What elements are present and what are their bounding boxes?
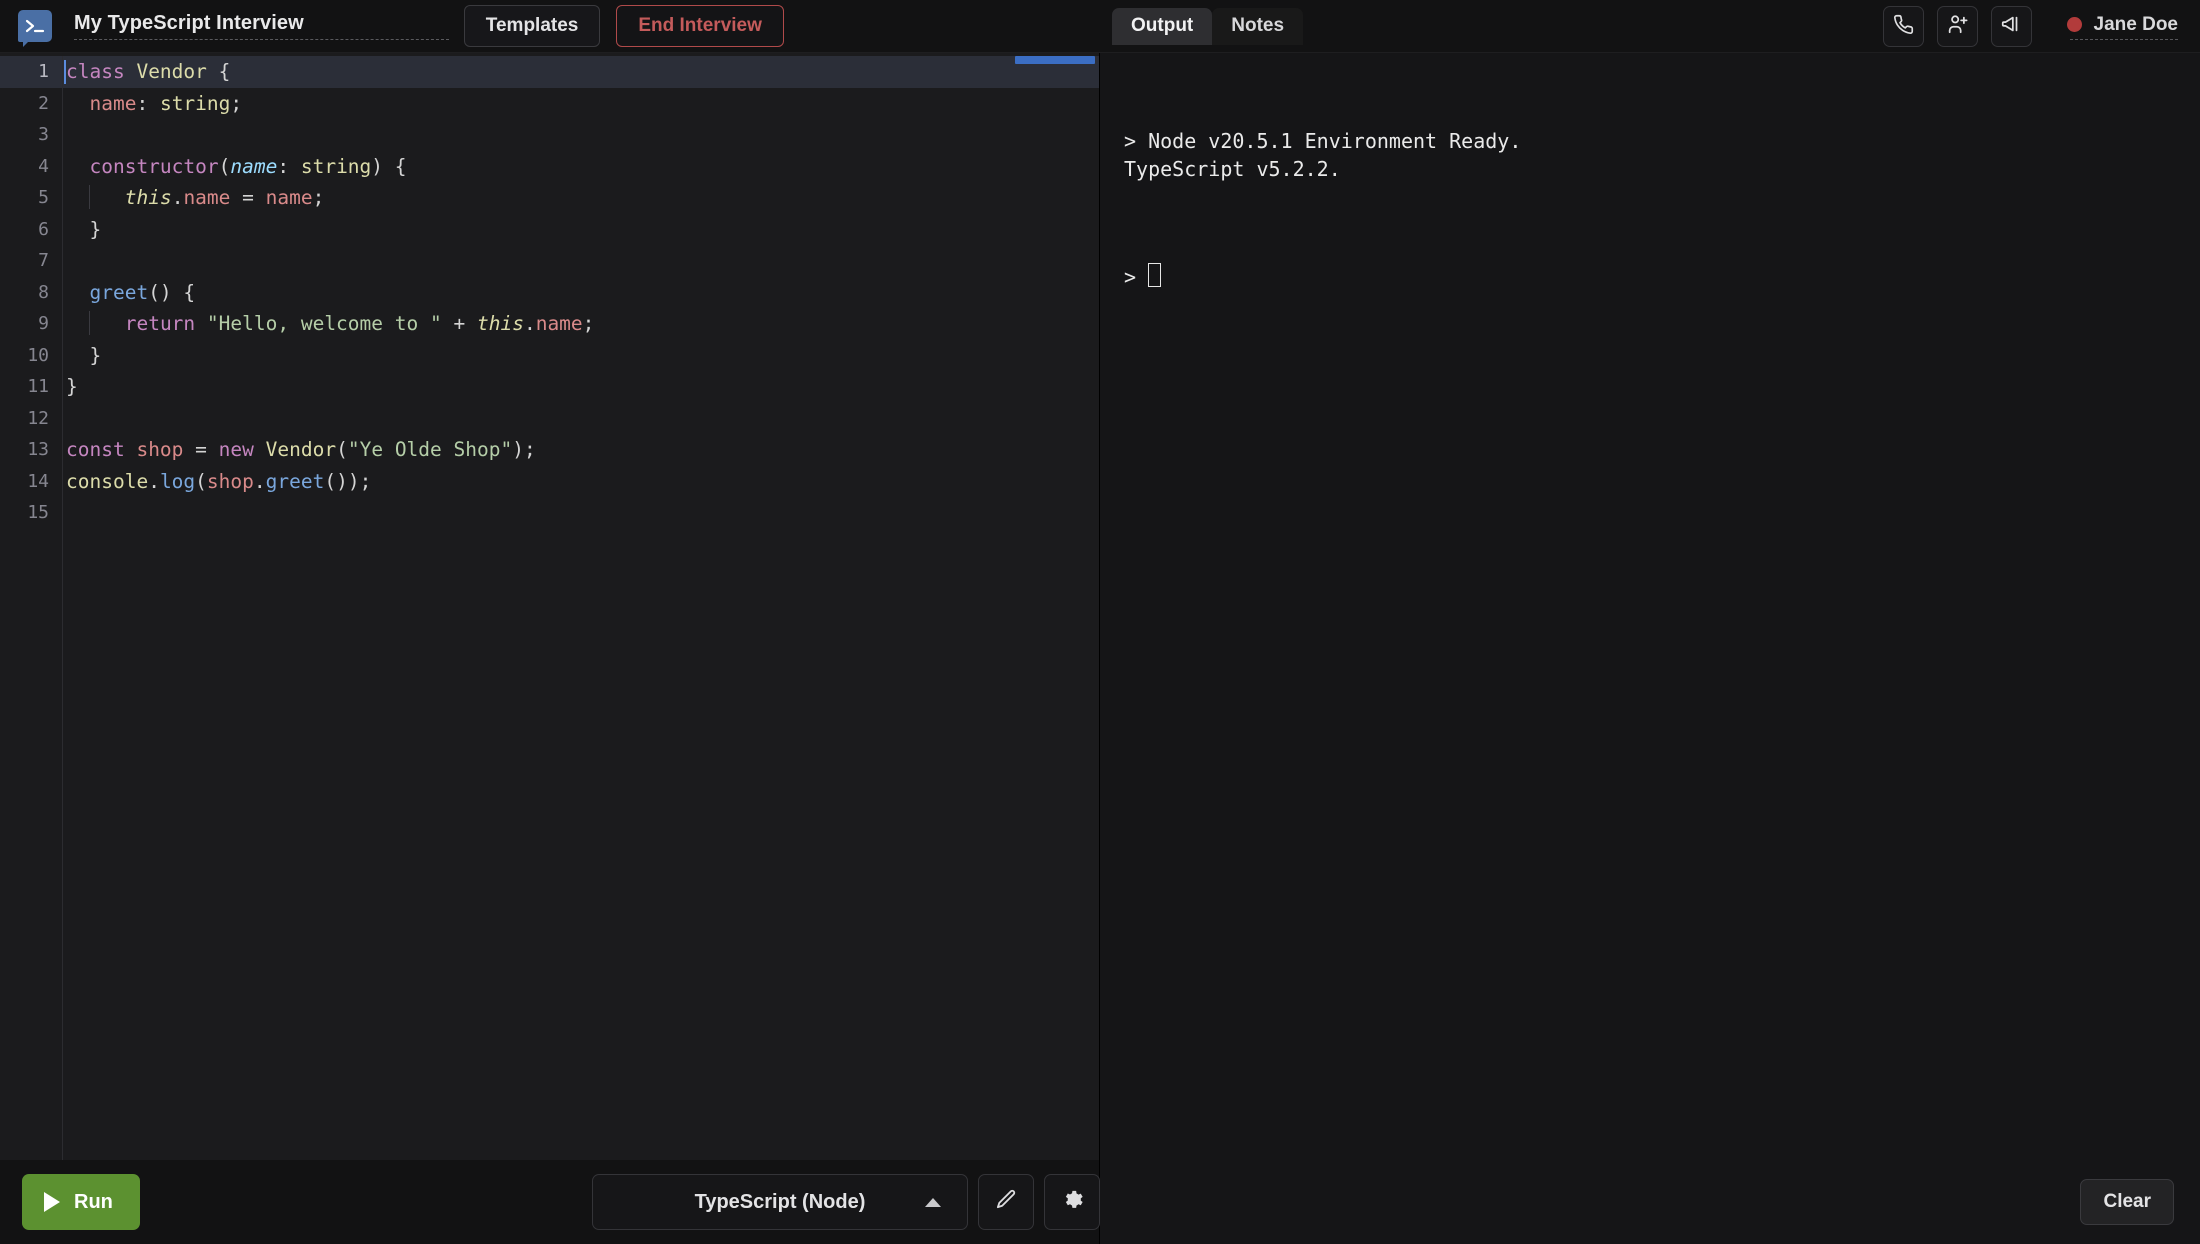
output-toolbar: Clear bbox=[1100, 1160, 2200, 1244]
line-number: 9 bbox=[38, 313, 49, 334]
invite-participant-button[interactable] bbox=[1936, 6, 1978, 47]
line-number: 13 bbox=[27, 439, 49, 460]
code-line: 7 bbox=[0, 245, 1099, 277]
code-line: 10 } bbox=[0, 340, 1099, 372]
code-line: 1 class Vendor { bbox=[0, 56, 1099, 88]
code-line: 2 name: string; bbox=[0, 88, 1099, 120]
line-number: 4 bbox=[38, 155, 49, 177]
user-name-label: Jane Doe bbox=[2093, 13, 2178, 35]
run-button[interactable]: Run bbox=[22, 1174, 140, 1230]
line-content: const shop = new Vendor("Ye Olde Shop"); bbox=[66, 438, 536, 461]
project-title-field[interactable]: My TypeScript Interview bbox=[74, 12, 449, 40]
prompt-symbol: > bbox=[1124, 265, 1137, 289]
output-notes-tabs: Output Notes bbox=[1112, 8, 1304, 45]
phone-icon bbox=[1893, 14, 1914, 40]
add-person-icon bbox=[1946, 13, 1968, 40]
line-content: } bbox=[89, 217, 102, 241]
terminal-text: > Node v20.5.1 Environment Ready. TypeSc… bbox=[1124, 129, 1522, 181]
recording-indicator-dot bbox=[2066, 17, 2082, 32]
code-line: 11 } bbox=[0, 371, 1099, 403]
templates-button[interactable]: Templates bbox=[463, 5, 601, 47]
app-header: My TypeScript Interview Templates End In… bbox=[0, 0, 2200, 53]
terminal-prompt-line: > bbox=[1124, 263, 2176, 291]
line-content: class Vendor { bbox=[64, 60, 231, 84]
code-line: 5 this.name = name; bbox=[0, 182, 1099, 214]
line-number: 2 bbox=[38, 92, 49, 114]
gear-icon bbox=[1061, 1188, 1084, 1216]
terminal-cursor bbox=[1148, 263, 1162, 287]
play-icon bbox=[44, 1192, 60, 1212]
megaphone-icon bbox=[2000, 13, 2022, 40]
code-line: 6 } bbox=[0, 214, 1099, 246]
announcements-button[interactable] bbox=[1990, 6, 2032, 47]
editor-pane: 1 class Vendor { 2 name: string; 3 4 con… bbox=[0, 53, 1100, 1244]
code-line: 4 constructor(name: string) { bbox=[0, 151, 1099, 183]
line-number: 1 bbox=[38, 61, 49, 82]
line-content bbox=[62, 245, 66, 277]
line-content: name: string; bbox=[89, 91, 243, 115]
clear-output-button[interactable]: Clear bbox=[2080, 1179, 2174, 1225]
language-controls: TypeScript (Node) bbox=[592, 1174, 1100, 1230]
line-content: console.log(shop.greet()); bbox=[66, 469, 372, 493]
line-content: } bbox=[66, 375, 78, 398]
line-number: 5 bbox=[38, 187, 49, 208]
tab-notes[interactable]: Notes bbox=[1212, 8, 1304, 45]
header-buttons: Templates End Interview bbox=[463, 5, 784, 47]
editor-settings-button[interactable] bbox=[1044, 1174, 1100, 1230]
header-right-group: Jane Doe bbox=[1882, 0, 2178, 53]
project-title-underline bbox=[74, 39, 449, 40]
terminal-prompt-logo-icon bbox=[18, 10, 52, 47]
language-select[interactable]: TypeScript (Node) bbox=[592, 1174, 968, 1230]
code-line: 14 console.log(shop.greet()); bbox=[0, 466, 1099, 498]
line-number: 6 bbox=[38, 218, 49, 240]
line-number: 8 bbox=[38, 281, 49, 303]
line-content: this.name = name; bbox=[62, 182, 324, 214]
line-content: constructor(name: string) { bbox=[89, 154, 407, 178]
pencil-icon bbox=[995, 1188, 1018, 1216]
main-body: 1 class Vendor { 2 name: string; 3 4 con… bbox=[0, 53, 2200, 1244]
line-content bbox=[62, 403, 66, 435]
editor-toolbar: Run TypeScript (Node) bbox=[0, 1160, 1100, 1244]
code-line: 9 return "Hello, welcome to " + this.nam… bbox=[0, 308, 1099, 340]
project-title: My TypeScript Interview bbox=[74, 12, 304, 34]
editor-scroll-indicator[interactable] bbox=[1015, 56, 1095, 64]
line-content: greet() { bbox=[89, 280, 196, 304]
current-user[interactable]: Jane Doe bbox=[2066, 13, 2178, 40]
end-interview-button[interactable]: End Interview bbox=[616, 5, 784, 47]
edit-settings-button[interactable] bbox=[978, 1174, 1034, 1230]
line-number: 12 bbox=[27, 407, 49, 429]
line-number: 3 bbox=[38, 124, 49, 145]
code-line: 3 bbox=[0, 119, 1099, 151]
header-left-group: My TypeScript Interview Templates End In… bbox=[0, 5, 784, 47]
line-number: 14 bbox=[27, 470, 49, 492]
code-editor[interactable]: 1 class Vendor { 2 name: string; 3 4 con… bbox=[0, 53, 1099, 1160]
line-content bbox=[62, 497, 66, 529]
language-select-value: TypeScript (Node) bbox=[694, 1190, 866, 1213]
line-content: } bbox=[89, 343, 102, 367]
code-line: 12 bbox=[0, 403, 1099, 435]
code-lines: 1 class Vendor { 2 name: string; 3 4 con… bbox=[0, 56, 1099, 529]
code-line: 8 greet() { bbox=[0, 277, 1099, 309]
code-line: 15 bbox=[0, 497, 1099, 529]
chevron-up-icon bbox=[925, 1197, 941, 1207]
text-cursor bbox=[64, 60, 66, 84]
line-number: 7 bbox=[38, 250, 49, 271]
line-number: 10 bbox=[27, 344, 49, 366]
line-number: 11 bbox=[27, 376, 49, 397]
code-interview-app: My TypeScript Interview Templates End In… bbox=[0, 0, 2200, 1244]
tab-output[interactable]: Output bbox=[1112, 8, 1213, 45]
output-pane: > Node v20.5.1 Environment Ready. TypeSc… bbox=[1100, 53, 2200, 1244]
terminal-output[interactable]: > Node v20.5.1 Environment Ready. TypeSc… bbox=[1100, 53, 2200, 1160]
run-button-label: Run bbox=[74, 1190, 113, 1213]
phone-call-button[interactable] bbox=[1882, 6, 1924, 47]
line-number: 15 bbox=[27, 502, 49, 523]
code-line: 13 const shop = new Vendor("Ye Olde Shop… bbox=[0, 434, 1099, 466]
line-content bbox=[62, 119, 66, 151]
line-content: return "Hello, welcome to " + this.name; bbox=[62, 308, 594, 340]
user-name-underline bbox=[2070, 38, 2178, 40]
